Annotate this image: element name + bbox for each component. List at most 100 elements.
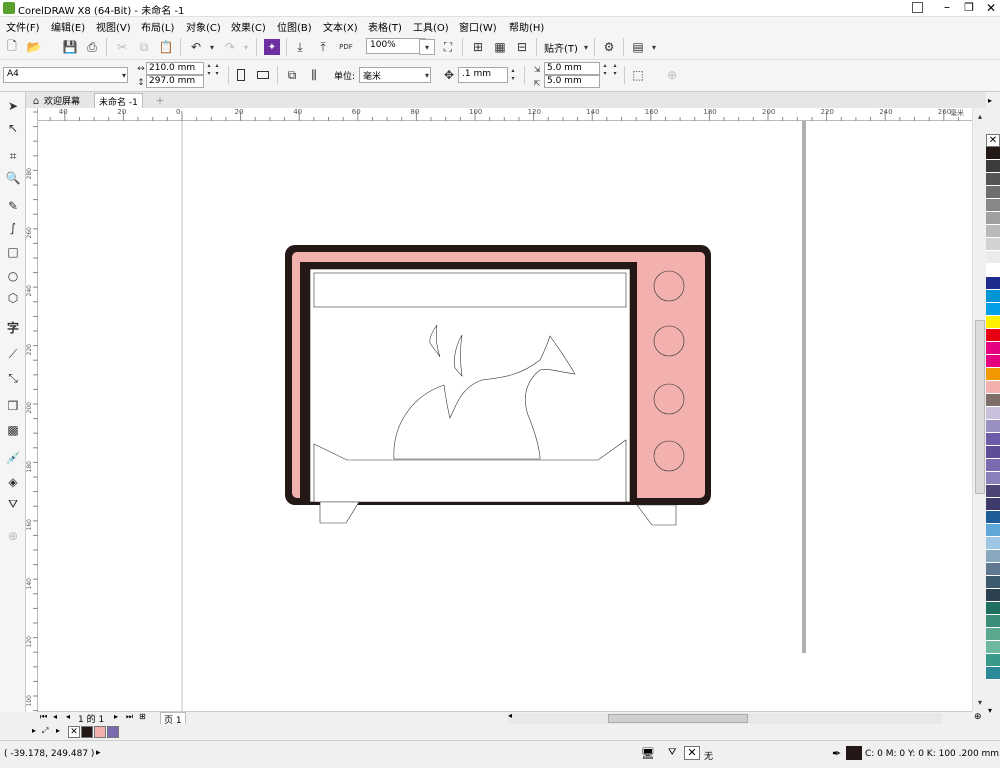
eyedropper-icon[interactable]: 💉 [5,450,21,466]
treat-as-filled-icon[interactable]: ⬚ [630,67,646,83]
snap-dropdown-icon[interactable]: ▾ [578,39,594,55]
new-document-icon[interactable]: 🗋 [4,39,20,55]
palette-swatch[interactable] [986,628,1000,641]
zoom-navigator-icon[interactable]: ⊕ [974,712,982,722]
vertical-ruler[interactable]: 280 260 240 220 200 180 160 140 120 100 [26,108,38,712]
palette-swatch[interactable] [986,667,1000,680]
corel-connect-icon[interactable]: ✦ [264,39,280,55]
add-icon[interactable]: ⊕ [664,67,680,83]
import-icon[interactable]: ⤓ [292,39,308,55]
palette-swatch[interactable] [986,589,1000,602]
menu-file[interactable]: 文件(F) [6,19,40,34]
zoom-dropdown-icon[interactable]: ▾ [419,39,435,55]
doc-palette-arrow-icon[interactable]: ▸ [56,726,60,735]
artistic-media-icon[interactable]: ∫ [5,220,21,236]
palette-swatch[interactable] [986,199,1000,212]
palette-swatch[interactable] [986,524,1000,537]
menu-table[interactable]: 表格(T) [368,19,402,34]
application-launcher-icon[interactable]: ▤ [630,39,646,55]
color-proof-icon[interactable]: 🖥 [641,747,655,760]
full-screen-icon[interactable]: ⛶ [440,39,456,55]
paste-icon[interactable]: 📋 [158,39,174,55]
horizontal-scrollbar[interactable]: ◂ [508,711,942,724]
menu-view[interactable]: 视图(V) [96,19,131,34]
palette-swatch[interactable] [986,433,1000,446]
interactive-fill-icon[interactable]: ◈ [5,474,21,490]
undo-icon[interactable]: ↶ [188,39,204,55]
redo-icon[interactable]: ↷ [222,39,238,55]
next-page-icon[interactable]: ▸ [114,712,118,721]
nudge-distance-field[interactable]: .1 mm [458,67,508,83]
maximize-button[interactable]: ❐ [962,0,976,16]
duplicate-spinner-2[interactable]: ▴ ▾ [610,62,620,78]
menu-layout[interactable]: 布局(L) [141,19,174,34]
duplicate-distance-x-field[interactable]: 5.0 mm [544,62,600,75]
page-height-field[interactable]: 297.0 mm [146,75,204,88]
zoom-tool-icon[interactable]: 🔍 [5,170,21,186]
palette-swatch[interactable] [986,459,1000,472]
crop-tool-icon[interactable]: ⌗ [5,148,21,164]
smart-fill-icon[interactable]: ⛛ [5,496,21,512]
palette-swatch[interactable] [986,303,1000,316]
palette-swatch[interactable] [986,147,1000,160]
outline-pen-icon[interactable]: ✒ [832,747,841,760]
current-page-icon[interactable]: ⫼ [306,67,322,83]
coords-menu-icon[interactable]: ▸ [96,748,101,758]
close-button[interactable]: ✕ [984,0,998,16]
palette-swatch[interactable] [986,407,1000,420]
palette-swatch[interactable] [986,472,1000,485]
open-folder-icon[interactable]: 📂 [26,39,42,55]
palette-swatch[interactable] [986,615,1000,628]
minimize-button[interactable]: – [940,0,954,16]
palette-swatch[interactable] [986,290,1000,303]
copy-icon[interactable]: ⧉ [136,39,152,55]
menu-help[interactable]: 帮助(H) [509,19,544,34]
palette-swatch[interactable] [986,173,1000,186]
snap-to-menu[interactable]: 贴齐(T) [544,40,578,55]
connector-tool-icon[interactable]: ⤡ [5,370,21,386]
page-width-field[interactable]: 210.0 mm [146,62,204,75]
palette-swatch[interactable] [986,563,1000,576]
rectangle-tool-icon[interactable]: □ [5,244,21,260]
palette-swatch[interactable] [986,550,1000,563]
transparency-tool-icon[interactable]: ▩ [5,422,21,438]
menu-edit[interactable]: 编辑(E) [51,19,85,34]
zoom-level-field[interactable]: 100% [366,38,426,54]
duplicate-spinner[interactable]: ▴ ▾ [600,62,610,78]
palette-swatch[interactable] [986,537,1000,550]
cut-icon[interactable]: ✂ [114,39,130,55]
paper-size-select[interactable]: A4 [3,67,128,83]
duplicate-distance-y-field[interactable]: 5.0 mm [544,75,600,88]
palette-swatch[interactable] [986,329,1000,342]
fill-bucket-icon[interactable]: ⛛ [668,747,676,758]
portrait-icon[interactable] [233,67,249,83]
show-grid-icon[interactable]: ▦ [492,39,508,55]
scroll-left-icon[interactable]: ◂ [508,711,512,720]
document-palette-swatch[interactable] [81,726,93,738]
palette-swatch[interactable] [986,238,1000,251]
palette-swatch[interactable] [986,212,1000,225]
palette-swatch[interactable] [986,264,1000,277]
palette-swatch[interactable] [986,576,1000,589]
palette-swatch[interactable] [986,498,1000,511]
show-rulers-icon[interactable]: ⊞ [470,39,486,55]
add-page-icon[interactable]: ⊞ [139,712,146,721]
polygon-tool-icon[interactable]: ⬡ [5,290,21,306]
tab-untitled-1[interactable]: 未命名 -1 [94,93,143,108]
document-palette-swatch[interactable] [107,726,119,738]
first-page-icon[interactable]: ⏮ [40,712,47,722]
previous-page-2-icon[interactable]: ◂ [66,712,70,721]
options-gear-icon[interactable]: ⚙ [601,39,617,55]
palette-swatch[interactable] [986,160,1000,173]
previous-page-icon[interactable]: ◂ [53,712,57,721]
palette-swatch[interactable] [986,225,1000,238]
palette-swatch[interactable] [986,368,1000,381]
nudge-spinner[interactable]: ▴ ▾ [508,67,518,83]
palette-swatch[interactable] [986,342,1000,355]
account-icon[interactable] [912,2,923,13]
palette-swatch[interactable] [986,446,1000,459]
doc-palette-eyedropper-icon[interactable]: ⤢ [42,726,48,736]
palette-swatch[interactable] [986,186,1000,199]
launcher-dropdown-icon[interactable]: ▾ [646,39,662,55]
save-icon[interactable]: 💾 [62,39,78,55]
